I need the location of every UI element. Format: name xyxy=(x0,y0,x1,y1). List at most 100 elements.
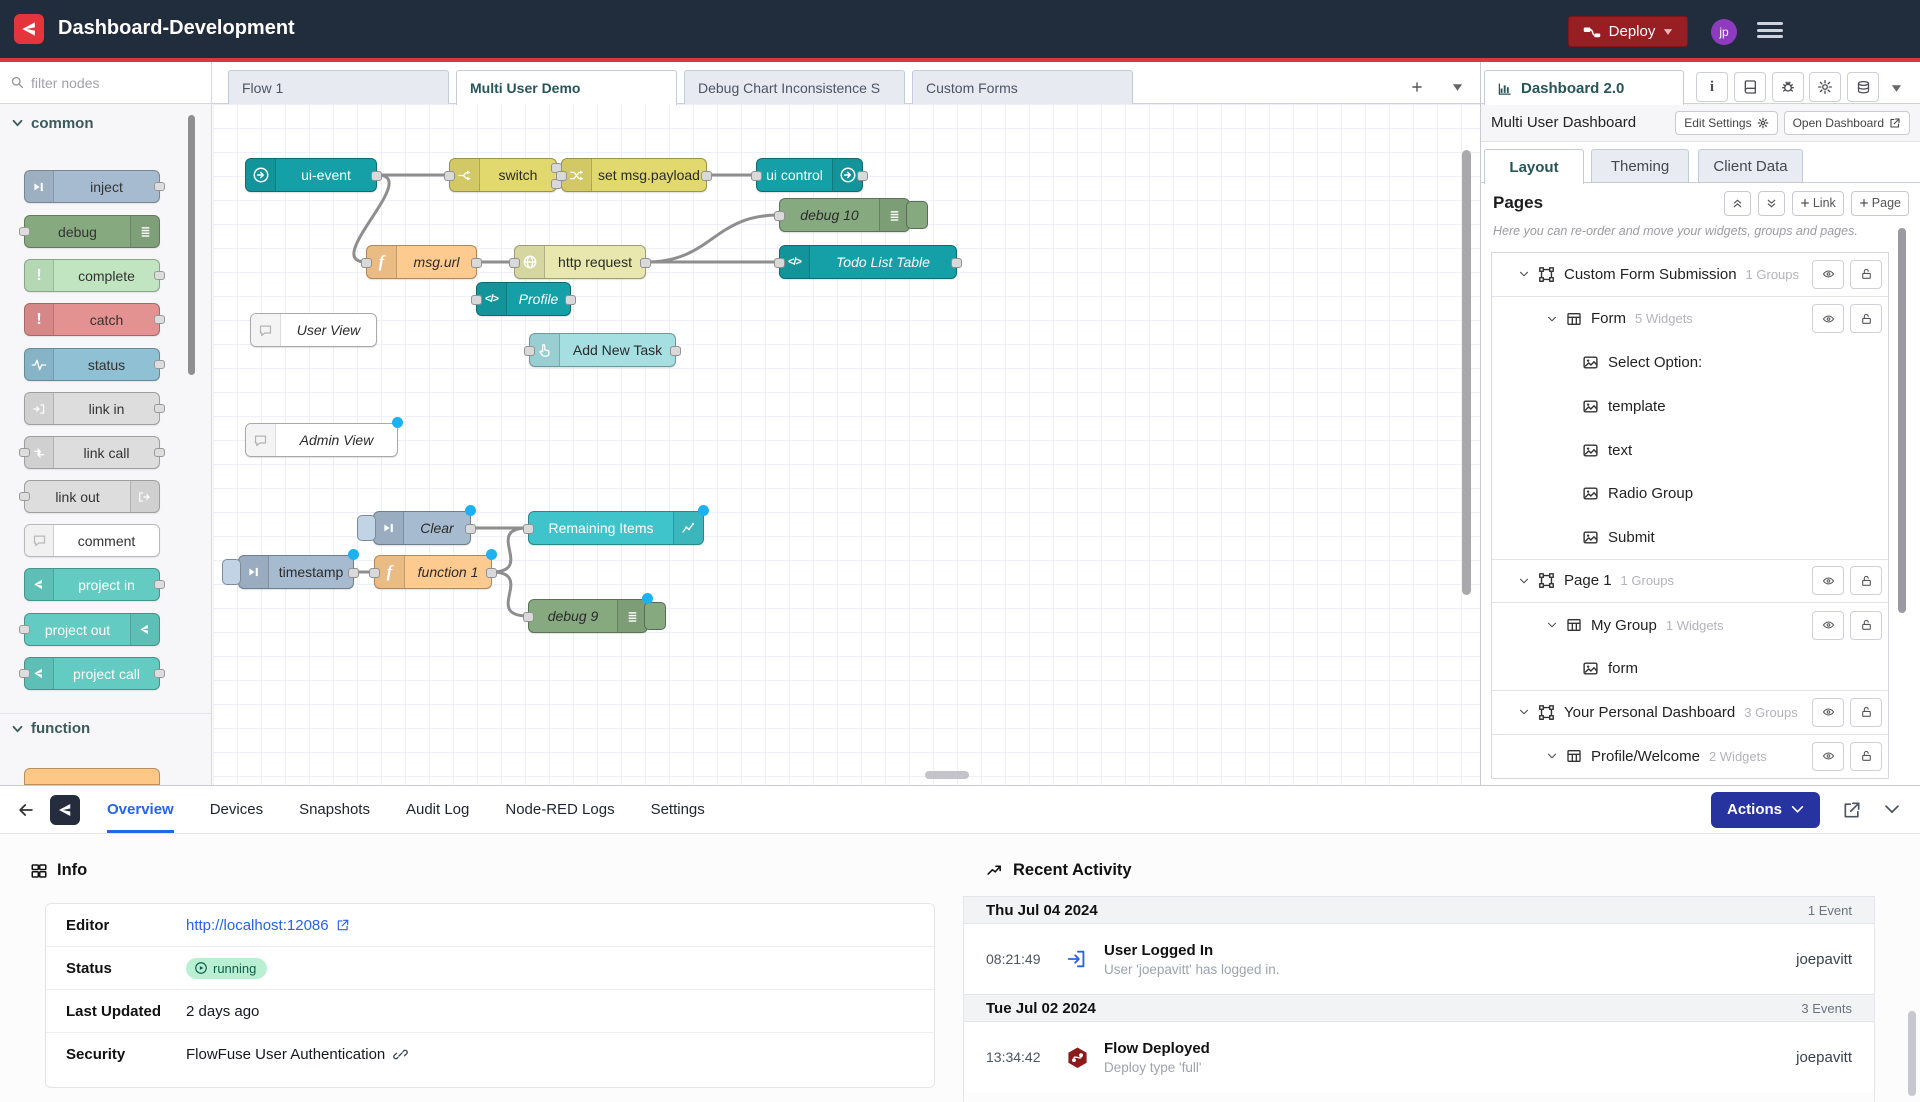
collapse-chevron-icon[interactable] xyxy=(1546,619,1558,631)
output-port[interactable] xyxy=(640,258,651,268)
tree-row-my-group[interactable]: My Group1 Widgets xyxy=(1492,603,1888,647)
chain-icon[interactable] xyxy=(393,1047,408,1062)
palette-section-function[interactable]: function xyxy=(0,713,211,743)
collapse-chevron-icon[interactable] xyxy=(1518,268,1530,280)
output-port[interactable] xyxy=(471,258,482,268)
add-link-button[interactable]: Link xyxy=(1792,191,1844,216)
flow-node-switch[interactable]: switch xyxy=(449,158,557,192)
input-port[interactable] xyxy=(361,258,372,268)
palette-node-link-out[interactable]: link out xyxy=(24,480,160,513)
palette-node-complete[interactable]: !complete xyxy=(24,259,160,292)
wire[interactable] xyxy=(491,572,528,616)
sidebar-tool-gear-button[interactable] xyxy=(1809,72,1841,102)
flow-node-http-request[interactable]: http request xyxy=(514,245,646,279)
instance-tab-overview[interactable]: Overview xyxy=(107,786,174,833)
sidebar-tool-layers-button[interactable] xyxy=(1847,72,1879,102)
port[interactable] xyxy=(19,669,30,678)
visibility-button[interactable] xyxy=(1812,742,1844,771)
visibility-button[interactable] xyxy=(1812,566,1844,595)
flow-node-debug-10[interactable]: debug 10 xyxy=(779,198,910,232)
output-port[interactable] xyxy=(565,295,576,305)
port[interactable] xyxy=(154,580,165,589)
input-port[interactable] xyxy=(774,211,785,221)
palette-node-comment[interactable]: comment xyxy=(24,524,160,557)
collapse-chevron-icon[interactable] xyxy=(1546,313,1558,325)
flow-node-profile[interactable]: </>Profile xyxy=(476,282,571,316)
activity-event-row[interactable]: 13:34:42Flow DeployedDeploy type 'full'j… xyxy=(964,1022,1874,1092)
input-port[interactable] xyxy=(509,258,520,268)
palette-section-common[interactable]: common xyxy=(0,108,211,138)
output-port[interactable] xyxy=(486,568,497,578)
input-port[interactable] xyxy=(444,171,455,181)
input-port[interactable] xyxy=(751,171,762,181)
sidebar-tool-book-button[interactable] xyxy=(1734,72,1766,102)
visibility-button[interactable] xyxy=(1812,698,1844,727)
port[interactable] xyxy=(154,404,165,413)
flow-node-ui-control[interactable]: ui control xyxy=(756,158,863,192)
flow-canvas[interactable]: ui-eventswitchset msg.payloadui controld… xyxy=(213,104,1480,785)
flow-node-add-new-task[interactable]: Add New Task xyxy=(529,333,676,367)
debug-toggle-button[interactable] xyxy=(906,201,928,229)
palette-node-status[interactable]: status xyxy=(24,348,160,381)
output-port[interactable] xyxy=(857,171,868,181)
flow-node-timestamp[interactable]: timestamp xyxy=(238,555,354,589)
edit-settings-button[interactable]: Edit Settings xyxy=(1675,111,1777,135)
port[interactable] xyxy=(154,271,165,280)
output-port[interactable] xyxy=(371,171,382,181)
expand-all-button[interactable] xyxy=(1758,191,1785,216)
open-dashboard-button[interactable]: Open Dashboard xyxy=(1784,111,1910,135)
palette-node-link-in[interactable]: link in xyxy=(24,392,160,425)
tree-row-select-option-[interactable]: Select Option: xyxy=(1492,341,1888,385)
input-port[interactable] xyxy=(523,612,534,622)
back-arrow-icon[interactable] xyxy=(16,800,36,820)
inject-button[interactable] xyxy=(357,515,376,541)
input-port[interactable] xyxy=(556,171,567,181)
instance-tab-devices[interactable]: Devices xyxy=(210,786,263,833)
port[interactable] xyxy=(19,625,30,634)
output-port[interactable] xyxy=(670,346,681,356)
palette-node-partial[interactable] xyxy=(24,768,160,785)
palette-scrollbar[interactable] xyxy=(188,115,195,375)
lock-button[interactable] xyxy=(1850,698,1882,727)
canvas-vscrollbar[interactable] xyxy=(1462,150,1471,595)
deploy-button[interactable]: Deploy xyxy=(1568,16,1688,47)
output-port[interactable] xyxy=(951,258,962,268)
instance-tab-settings[interactable]: Settings xyxy=(651,786,705,833)
lock-button[interactable] xyxy=(1850,742,1882,771)
visibility-button[interactable] xyxy=(1812,611,1844,640)
collapse-chevron-icon[interactable] xyxy=(1518,706,1530,718)
palette-node-project-out[interactable]: project out xyxy=(24,613,160,646)
input-port[interactable] xyxy=(524,346,535,356)
input-port[interactable] xyxy=(471,295,482,305)
input-port[interactable] xyxy=(369,568,380,578)
sidebar-tab-theming[interactable]: Theming xyxy=(1591,149,1689,183)
sidebar-tool-bug-button[interactable] xyxy=(1772,72,1804,102)
instance-tab-snapshots[interactable]: Snapshots xyxy=(299,786,370,833)
lock-button[interactable] xyxy=(1850,611,1882,640)
palette-node-project-in[interactable]: project in xyxy=(24,568,160,601)
instance-tab-node-red-logs[interactable]: Node-RED Logs xyxy=(505,786,614,833)
sidebar-tool-info-button[interactable]: i xyxy=(1696,72,1728,102)
palette-filter-input[interactable] xyxy=(31,75,181,91)
flowfuse-instance-logo-icon[interactable] xyxy=(50,795,80,825)
activity-event-row[interactable]: 08:21:49User Logged InUser 'joepavitt' h… xyxy=(964,924,1874,994)
flow-node-clear[interactable]: Clear xyxy=(373,511,471,545)
flow-node-todo-list-table[interactable]: </>Todo List Table xyxy=(779,245,957,279)
inject-button[interactable] xyxy=(222,559,241,585)
add-flow-button[interactable] xyxy=(1404,76,1430,98)
actions-button[interactable]: Actions xyxy=(1711,792,1820,828)
wire[interactable] xyxy=(646,215,779,262)
lock-button[interactable] xyxy=(1850,260,1882,289)
port[interactable] xyxy=(19,492,30,501)
deploy-caret-icon[interactable] xyxy=(1663,28,1673,36)
port[interactable] xyxy=(154,182,165,191)
output-port[interactable] xyxy=(465,524,476,534)
port[interactable] xyxy=(154,669,165,678)
palette-node-debug[interactable]: debug xyxy=(24,215,160,248)
editor-link[interactable]: http://localhost:12086 xyxy=(186,917,350,934)
lock-button[interactable] xyxy=(1850,304,1882,333)
debug-toggle-button[interactable] xyxy=(644,602,666,630)
palette-node-project-call[interactable]: project call xyxy=(24,657,160,690)
instance-tab-audit-log[interactable]: Audit Log xyxy=(406,786,469,833)
tree-row-radio-group[interactable]: Radio Group xyxy=(1492,472,1888,516)
